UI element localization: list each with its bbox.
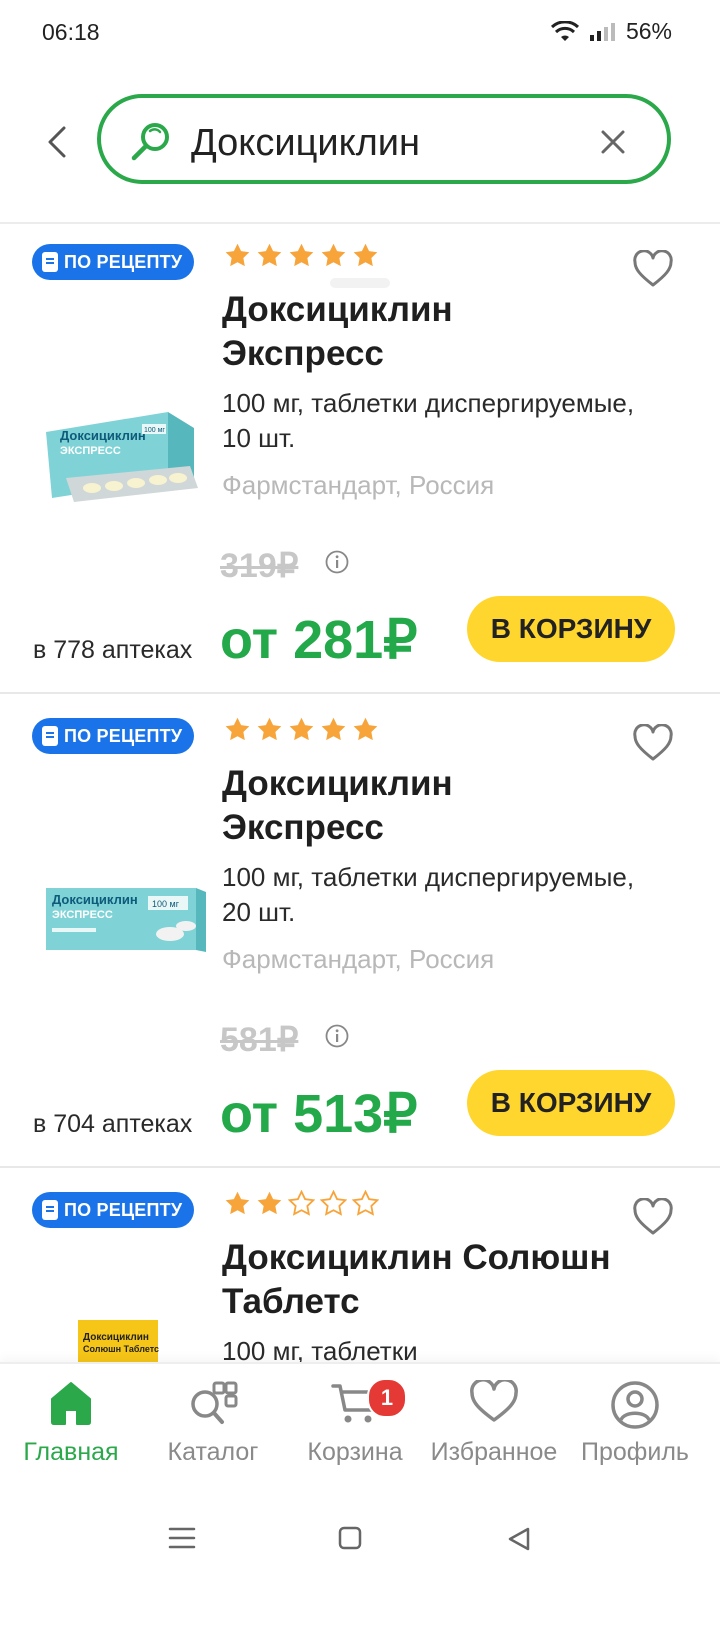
star-filled-icon xyxy=(289,717,314,741)
star-filled-icon xyxy=(225,243,250,267)
rating-stars xyxy=(224,242,379,269)
product-manufacturer: Фармстандарт, Россия xyxy=(222,470,495,500)
star-filled-icon xyxy=(321,717,346,741)
star-empty-icon xyxy=(288,1190,315,1216)
nav-cart-label: Корзина xyxy=(307,1438,403,1466)
nav-catalog[interactable]: Каталог xyxy=(143,1364,283,1484)
search-header: Доксициклин xyxy=(0,64,720,288)
receipt-icon xyxy=(42,726,58,746)
info-icon[interactable] xyxy=(325,1024,349,1048)
nav-cart[interactable]: 1 Корзина xyxy=(285,1364,425,1484)
nav-profile[interactable]: Профиль xyxy=(565,1364,705,1484)
receipt-icon xyxy=(42,1200,58,1220)
star-filled-icon xyxy=(225,1191,250,1215)
svg-text:Солюшн Таблетс: Солюшн Таблетс xyxy=(83,1344,159,1354)
catalog-icon xyxy=(191,1381,238,1424)
home-square-icon[interactable] xyxy=(338,1526,362,1550)
product-name[interactable]: Доксициклин Солюшн Таблетс xyxy=(222,1236,622,1324)
old-price: 319₽ xyxy=(220,547,299,585)
info-icon[interactable] xyxy=(325,550,349,574)
search-value: Доксициклин xyxy=(191,122,421,164)
product-name[interactable]: Доксициклин Экспресс xyxy=(222,762,622,850)
prescription-badge: ПО РЕЦЕПТУ xyxy=(32,718,195,754)
rating-stars xyxy=(224,716,379,743)
status-bar: 06:18 56% xyxy=(0,0,720,64)
status-time: 06:18 xyxy=(42,19,100,45)
bottom-navigation: Главная Каталог 1 Корзина Избранное Проф… xyxy=(0,1362,720,1484)
rating-stars xyxy=(224,1190,379,1217)
svg-text:100 мг: 100 мг xyxy=(144,427,165,434)
signal-icon xyxy=(589,22,615,41)
prescription-badge: ПО РЕЦЕПТУ xyxy=(32,1192,195,1228)
profile-icon xyxy=(611,1381,659,1429)
star-filled-icon xyxy=(289,243,314,267)
svg-text:ЭКСПРЕСС: ЭКСПРЕСС xyxy=(52,909,113,921)
star-filled-icon xyxy=(321,243,346,267)
star-filled-icon xyxy=(225,717,250,741)
heart-icon[interactable] xyxy=(632,250,674,288)
svg-text:Доксициклин: Доксициклин xyxy=(83,1332,149,1343)
nav-favorites-label: Избранное xyxy=(430,1438,558,1466)
cart-count-badge: 1 xyxy=(367,1378,407,1418)
nav-home-label: Главная xyxy=(23,1438,119,1466)
pharmacy-availability[interactable]: в 778 аптеках xyxy=(33,636,192,665)
product-description: 100 мг, таблетки диспергируемые, 20 шт. xyxy=(222,862,635,927)
product-image[interactable]: Доксициклин ЭКСПРЕСС 100 мг xyxy=(40,880,210,960)
prescription-badge: ПО РЕЦЕПТУ xyxy=(32,244,195,280)
nav-catalog-label: Каталог xyxy=(167,1438,259,1466)
star-empty-icon xyxy=(320,1190,347,1216)
star-filled-icon xyxy=(257,1191,282,1215)
add-to-cart-button[interactable]: В КОРЗИНУ xyxy=(467,1070,675,1136)
nav-favorites[interactable]: Избранное xyxy=(424,1364,564,1484)
back-icon[interactable] xyxy=(40,124,76,160)
back-triangle-icon[interactable] xyxy=(506,1526,532,1552)
star-filled-icon xyxy=(353,717,378,741)
wifi-icon xyxy=(550,20,579,41)
star-empty-icon xyxy=(352,1190,379,1216)
nav-profile-label: Профиль xyxy=(581,1438,689,1466)
product-description: 100 мг, таблетки диспергируемые, 10 шт. xyxy=(222,388,635,453)
search-input[interactable]: Доксициклин xyxy=(97,94,671,184)
star-filled-icon xyxy=(353,243,378,267)
product-card[interactable]: ПО РЕЦЕПТУ Доксициклин Экспресс 100 мг, … xyxy=(0,694,720,1168)
heart-icon[interactable] xyxy=(632,1198,674,1236)
svg-text:100 мг: 100 мг xyxy=(152,899,180,909)
search-icon xyxy=(131,123,169,161)
old-price: 581₽ xyxy=(220,1021,299,1059)
star-filled-icon xyxy=(257,717,282,741)
battery-level: 56% xyxy=(625,18,672,44)
star-filled-icon xyxy=(257,243,282,267)
product-manufacturer: Фармстандарт, Россия xyxy=(222,944,495,974)
product-card[interactable]: ПО РЕЦЕПТУ Доксициклин Экспресс 100 мг, … xyxy=(0,220,720,694)
add-to-cart-button[interactable]: В КОРЗИНУ xyxy=(467,596,675,662)
clear-icon[interactable] xyxy=(599,128,627,156)
nav-home[interactable]: Главная xyxy=(1,1364,141,1484)
pharmacy-availability[interactable]: в 704 аптеках xyxy=(33,1110,192,1139)
price: от 513₽ xyxy=(220,1084,418,1144)
product-name[interactable]: Доксициклин Экспресс xyxy=(222,288,622,376)
receipt-icon xyxy=(42,252,58,272)
product-image[interactable]: Доксициклин ЭКСПРЕСС 100 мг xyxy=(40,402,200,512)
price: от 281₽ xyxy=(220,610,418,670)
heart-icon[interactable] xyxy=(632,724,674,762)
menu-icon[interactable] xyxy=(168,1526,196,1550)
home-icon xyxy=(51,1382,91,1425)
svg-text:ЭКСПРЕСС: ЭКСПРЕСС xyxy=(60,445,121,457)
system-navigation xyxy=(0,1484,720,1600)
svg-text:Доксициклин: Доксициклин xyxy=(52,892,138,907)
svg-text:Доксициклин: Доксициклин xyxy=(60,428,146,443)
heart-icon xyxy=(470,1380,518,1422)
